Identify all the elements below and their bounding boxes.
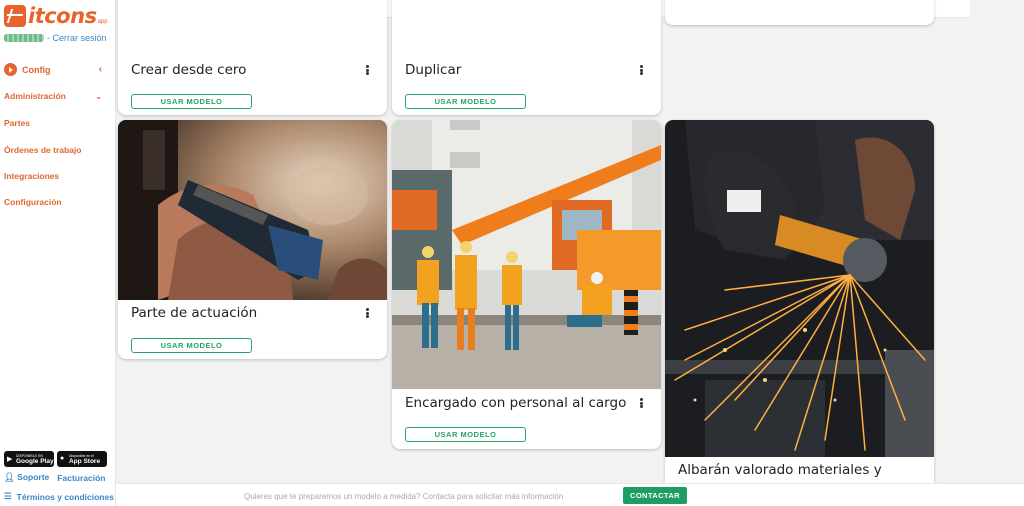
template-card-duplicar[interactable]: Duplicar USAR MODELO <box>392 0 661 115</box>
template-card-partial[interactable] <box>665 0 934 25</box>
more-options-icon[interactable] <box>362 306 372 320</box>
use-template-button[interactable]: USAR MODELO <box>405 427 526 442</box>
google-play-icon: ▶ <box>7 456 13 463</box>
terms-link[interactable]: ☰ Términos y condiciones <box>4 491 114 502</box>
use-template-button[interactable]: USAR MODELO <box>405 94 526 109</box>
logo-icon <box>4 5 26 27</box>
support-row: 👤︎ Soporte Facturación <box>4 472 105 483</box>
sidebar-item-label: Administración <box>4 91 66 101</box>
card-title: Parte de actuación <box>131 305 258 321</box>
logo[interactable]: itcons app <box>4 4 108 28</box>
template-card-parte[interactable]: Parte de actuación USAR MODELO <box>118 120 387 359</box>
app-store-badge[interactable]: ● Disponible en el App Store <box>57 451 107 467</box>
template-card-encargado[interactable]: Encargado con personal al cargo USAR MOD… <box>392 120 661 449</box>
more-options-icon[interactable] <box>636 396 646 410</box>
support-label: Soporte <box>17 472 50 482</box>
sidebar-item-partes[interactable]: Partes <box>4 118 30 128</box>
logo-suffix: app <box>97 19 108 25</box>
app: itcons app - Cerrar sesión Config ‹ Admi… <box>0 0 1024 506</box>
user-icon: 👤︎ <box>4 472 15 482</box>
drill-photo-image <box>118 120 387 300</box>
sidebar-item-config[interactable]: Config ‹ <box>4 63 102 76</box>
apple-icon: ● <box>60 455 65 462</box>
template-card-crear[interactable]: Crear desde cero USAR MODELO <box>118 0 387 115</box>
footer-message: Quieres que te preparemos un modelo a me… <box>244 492 564 501</box>
sidebar-item-configuracion[interactable]: Configuración <box>4 197 62 207</box>
logout-link[interactable]: - Cerrar sesión <box>47 33 107 43</box>
chevron-left-icon: ‹ <box>98 64 102 75</box>
badge-big-text: App Store <box>69 457 101 465</box>
card-title: Encargado con personal al cargo <box>405 395 627 411</box>
terms-label: Términos y condiciones <box>16 491 114 502</box>
google-play-badge[interactable]: ▶ DISPONIBLE EN Google Play <box>4 451 54 467</box>
drill-photo <box>118 120 387 300</box>
support-link[interactable]: 👤︎ Soporte <box>4 472 49 483</box>
more-options-icon[interactable] <box>636 63 646 77</box>
play-circle-icon <box>4 63 17 76</box>
badge-big-text: Google Play <box>16 457 54 465</box>
user-name-redacted <box>4 34 44 42</box>
sidebar-item-ordenes[interactable]: Órdenes de trabajo <box>4 145 81 155</box>
user-row: - Cerrar sesión <box>4 33 107 43</box>
construction-workers-photo <box>392 120 661 389</box>
contact-button[interactable]: CONTACTAR <box>623 487 687 504</box>
chevron-down-icon: ⌄ <box>95 91 102 101</box>
card-title: Crear desde cero <box>131 62 247 78</box>
sidebar: itcons app - Cerrar sesión Config ‹ Admi… <box>0 0 116 506</box>
store-badges: ▶ DISPONIBLE EN Google Play ● Disponible… <box>4 451 107 467</box>
billing-link[interactable]: Facturación <box>57 473 105 483</box>
grinder-sparks-photo <box>665 120 934 457</box>
use-template-button[interactable]: USAR MODELO <box>131 94 252 109</box>
card-title: Duplicar <box>405 62 462 78</box>
sidebar-item-administracion[interactable]: Administración ⌄ <box>4 91 102 101</box>
grinder-sparks-image <box>665 120 934 457</box>
sidebar-item-integraciones[interactable]: Integraciones <box>4 171 59 181</box>
more-options-icon[interactable] <box>362 63 372 77</box>
construction-workers-image <box>392 120 661 389</box>
template-card-albaran[interactable]: Albarán valorado materiales y <box>665 120 934 500</box>
card-title: Albarán valorado materiales y <box>678 462 882 478</box>
use-template-button[interactable]: USAR MODELO <box>131 338 252 353</box>
sidebar-item-label: Config <box>22 64 51 75</box>
list-icon: ☰ <box>4 491 12 501</box>
logo-text: itcons <box>28 4 97 28</box>
footer-bar: Quieres que te preparemos un modelo a me… <box>116 483 1024 506</box>
